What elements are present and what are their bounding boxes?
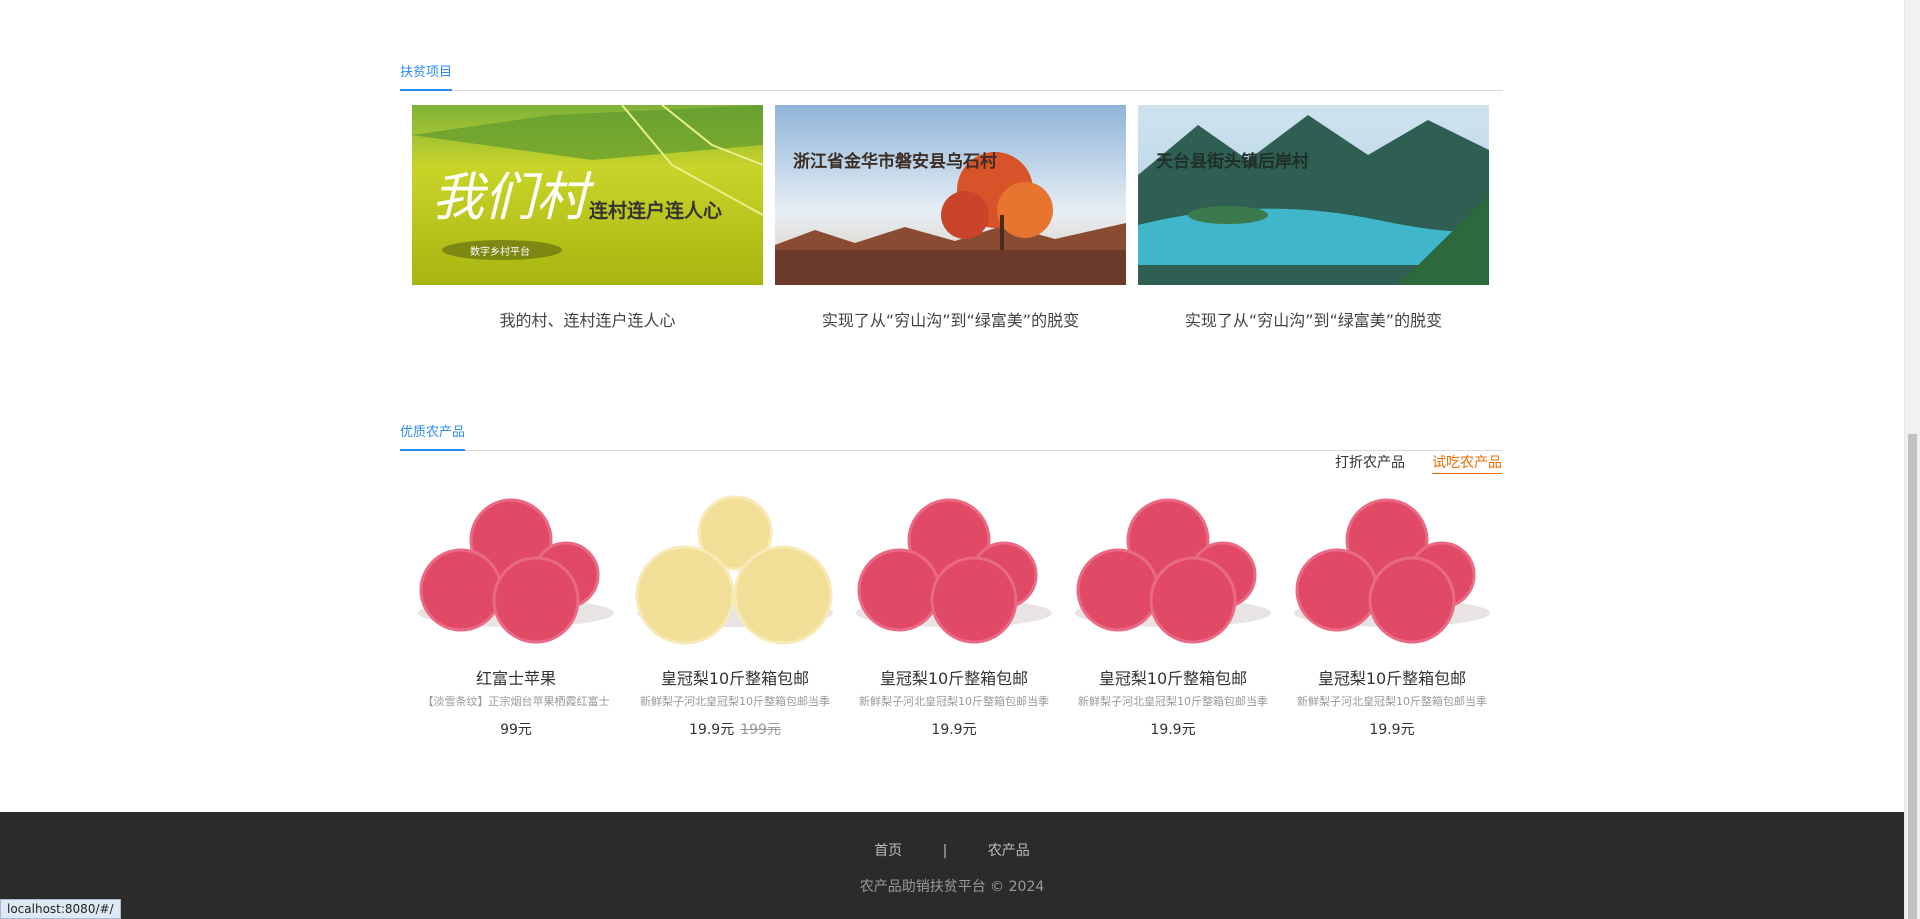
footer-divider: | <box>942 843 948 859</box>
project-card[interactable]: 我们村 连村连户连人心 数字乡村平台 我的村、连村连户连人心 <box>412 105 763 331</box>
product-card[interactable]: 皇冠梨10斤整箱包邮新鲜梨子河北皇冠梨10斤整箱包邮当季 19.9元 <box>854 495 1054 739</box>
products-list: 红富士苹果【淡雪条纹】正宗烟台苹果栖霞红富士 99元 皇冠梨10斤整箱包邮新鲜梨子河… <box>416 495 1496 750</box>
product-card[interactable]: 皇冠梨10斤整箱包邮新鲜梨子河北皇冠梨10斤整箱包邮当季 19.9元 199元 <box>635 495 835 739</box>
project-image[interactable]: 天台县街头镇后岸村 <box>1138 105 1489 285</box>
footer-links: 首页 | 农产品 <box>0 840 1904 860</box>
product-filters: 打折农产品 试吃农产品 <box>1335 452 1502 474</box>
product-description: 新鲜梨子河北皇冠梨10斤整箱包邮当季 <box>1078 695 1268 708</box>
product-price: 19.9元 <box>1150 722 1196 738</box>
project-image[interactable]: 我们村 连村连户连人心 数字乡村平台 <box>412 105 763 285</box>
tab-poverty-projects[interactable]: 扶贫项目 <box>400 63 453 91</box>
product-name[interactable]: 皇冠梨10斤整箱包邮 <box>1292 665 1492 689</box>
filter-discount-products[interactable]: 打折农产品 <box>1335 452 1405 474</box>
product-price: 19.9元 <box>1369 722 1415 738</box>
product-name[interactable]: 皇冠梨10斤整箱包邮 <box>1073 665 1273 689</box>
apple-image <box>1075 498 1271 644</box>
project-overlay-sub: 连村连户连人心 <box>589 199 722 222</box>
filter-trial-products[interactable]: 试吃农产品 <box>1432 452 1502 474</box>
apple-image <box>856 498 1052 644</box>
status-bar-url: localhost:8080/#/ <box>0 899 121 919</box>
product-price: 19.9元 <box>689 722 735 738</box>
product-card[interactable]: 红富士苹果【淡雪条纹】正宗烟台苹果栖霞红富士 99元 <box>416 495 616 739</box>
product-price: 99元 <box>500 722 532 738</box>
product-image[interactable] <box>635 495 835 645</box>
products-section-header: 优质农产品 <box>400 423 1503 451</box>
project-caption[interactable]: 实现了从“穷山沟”到“绿富美”的脱变 <box>775 307 1126 331</box>
footer-copyright: 农产品助销扶贫平台 © 2024 <box>859 879 1045 895</box>
product-card[interactable]: 皇冠梨10斤整箱包邮新鲜梨子河北皇冠梨10斤整箱包邮当季 19.9元 <box>1073 495 1273 739</box>
product-image[interactable] <box>416 495 616 645</box>
apple-image <box>1294 498 1490 644</box>
project-overlay-badge: 数字乡村平台 <box>470 245 530 258</box>
footer: 首页 | 农产品 农产品助销扶贫平台 © 2024 <box>0 812 1904 919</box>
tab-quality-products[interactable]: 优质农产品 <box>400 423 466 451</box>
project-card[interactable]: 天台县街头镇后岸村 实现了从“穷山沟”到“绿富美”的脱变 <box>1138 105 1489 331</box>
product-description: 新鲜梨子河北皇冠梨10斤整箱包邮当季 <box>1297 695 1487 708</box>
product-description: 新鲜梨子河北皇冠梨10斤整箱包邮当季 <box>640 695 830 708</box>
vertical-scrollbar[interactable] <box>1904 0 1920 919</box>
product-price: 19.9元 <box>931 722 977 738</box>
product-name[interactable]: 皇冠梨10斤整箱包邮 <box>635 665 835 689</box>
pear-image <box>635 495 833 645</box>
product-price-row: 19.9元 <box>854 719 1054 739</box>
project-caption[interactable]: 我的村、连村连户连人心 <box>412 307 763 331</box>
project-image[interactable]: 浙江省金华市磐安县乌石村 <box>775 105 1126 285</box>
product-name[interactable]: 皇冠梨10斤整箱包邮 <box>854 665 1054 689</box>
scrollbar-thumb[interactable] <box>1908 434 1917 919</box>
product-description: 新鲜梨子河北皇冠梨10斤整箱包邮当季 <box>859 695 1049 708</box>
page: 扶贫项目 我们村 连村连户连人心 数字乡村平台 我的村、连村连户连人心 浙江省金… <box>0 0 1920 919</box>
product-image[interactable] <box>1292 495 1492 645</box>
project-overlay-title: 天台县街头镇后岸村 <box>1156 151 1309 172</box>
footer-link-products[interactable]: 农产品 <box>988 843 1030 859</box>
product-name[interactable]: 红富士苹果 <box>416 665 616 689</box>
product-image[interactable] <box>854 495 1054 645</box>
product-image[interactable] <box>1073 495 1273 645</box>
product-price-row: 99元 <box>416 719 616 739</box>
project-caption[interactable]: 实现了从“穷山沟”到“绿富美”的脱变 <box>1138 307 1489 331</box>
project-overlay-title: 浙江省金华市磐安县乌石村 <box>793 151 997 172</box>
project-overlay-title: 我们村 <box>432 168 595 228</box>
apple-image <box>418 498 614 644</box>
product-description: 【淡雪条纹】正宗烟台苹果栖霞红富士 <box>422 695 610 708</box>
project-card[interactable]: 浙江省金华市磐安县乌石村 实现了从“穷山沟”到“绿富美”的脱变 <box>775 105 1126 331</box>
footer-link-home[interactable]: 首页 <box>874 843 902 859</box>
projects-list: 我们村 连村连户连人心 数字乡村平台 我的村、连村连户连人心 浙江省金华市磐安县… <box>412 105 1492 335</box>
product-original-price: 199元 <box>740 722 781 738</box>
product-price-row: 19.9元 <box>1292 719 1492 739</box>
product-price-row: 19.9元 199元 <box>635 719 835 739</box>
projects-section-header: 扶贫项目 <box>400 63 1503 91</box>
product-card[interactable]: 皇冠梨10斤整箱包邮新鲜梨子河北皇冠梨10斤整箱包邮当季 19.9元 <box>1292 495 1492 739</box>
product-price-row: 19.9元 <box>1073 719 1273 739</box>
